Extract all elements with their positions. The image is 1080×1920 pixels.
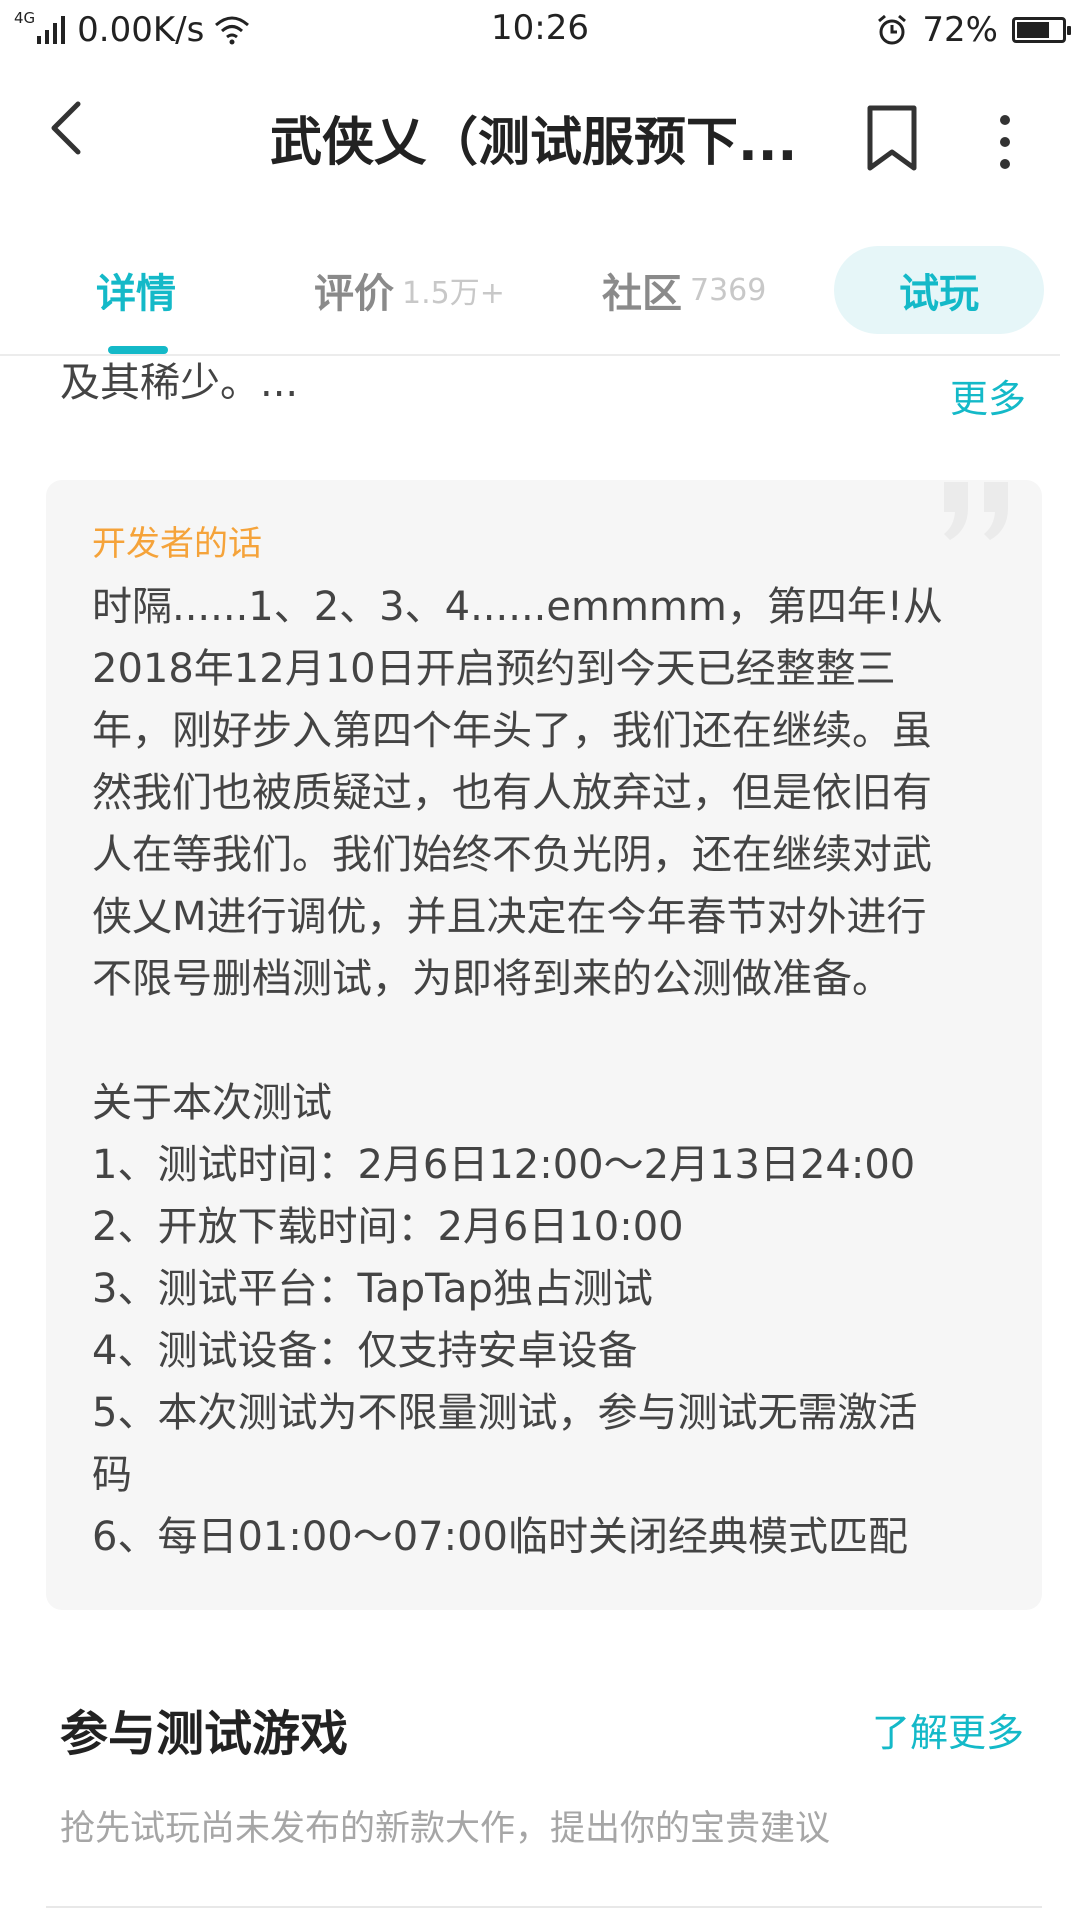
tab-count: 7369 (690, 272, 767, 308)
developer-note-line: 人在等我们。我们始终不负光阴，还在继续对武 (92, 832, 932, 878)
developer-note-title: 开发者的话 (92, 524, 262, 564)
tab-label: 试玩 (899, 271, 979, 317)
tab-count: 1.5万+ (402, 276, 505, 311)
quote-icon (944, 482, 1008, 540)
bookmark-button[interactable] (864, 104, 924, 174)
more-link[interactable]: 更多 (950, 368, 1026, 423)
bottom-divider (46, 1906, 1042, 1908)
developer-note-body: 时隔......1、2、3、4......emmmm，第四年!从 2018年12月… (92, 576, 1022, 1568)
status-bar: 4G 0.00K/s 10:26 72% (0, 0, 1080, 58)
developer-note-line: 不限号删档测试，为即将到来的公测做准备。 (92, 956, 892, 1002)
tab-label: 详情 (96, 271, 176, 317)
tab-label: 社区 (602, 271, 682, 317)
developer-note-line (92, 1010, 1022, 1072)
tab-label: 评价 (314, 271, 394, 317)
beta-section-title: 参与测试游戏 (60, 1706, 349, 1762)
developer-note-card: 开发者的话 时隔......1、2、3、4......emmmm，第四年!从 20… (46, 480, 1042, 1610)
tab-reviews[interactable]: 评价 1.5万+ (314, 246, 505, 334)
alarm-icon (878, 14, 907, 45)
more-vertical-icon (1000, 115, 1010, 169)
battery-icon (1012, 17, 1071, 43)
developer-note-line: 然我们也被质疑过，也有人放弃过，但是依旧有 (92, 770, 932, 816)
developer-note-line: 6、每日01:00～07:00临时关闭经典模式匹配 (92, 1514, 908, 1560)
beta-section-subtitle: 抢先试玩尚未发布的新款大作，提出你的宝贵建议 (60, 1809, 831, 1849)
tab-bar: 详情 评价 1.5万+ 社区 7369 试玩 (0, 246, 1080, 356)
tab-trial[interactable]: 试玩 (834, 246, 1044, 334)
learn-more-link[interactable]: 了解更多 (872, 1702, 1024, 1757)
developer-note-line: 关于本次测试 (92, 1080, 332, 1126)
developer-note-line: 年，刚好步入第四个年头了，我们还在继续。虽 (92, 708, 932, 754)
battery-percent: 72% (922, 10, 998, 50)
description-text: 及其稀少。... (60, 360, 299, 406)
developer-note-line: 2018年12月10日开启预约到今天已经整整三 (92, 646, 896, 692)
more-button[interactable] (990, 112, 1020, 172)
developer-note-line: 侠乂M进行调优，并且决定在今年春节对外进行 (92, 894, 927, 940)
developer-note-line: 时隔......1、2、3、4......emmmm，第四年!从 (92, 584, 943, 630)
screen: 4G 0.00K/s 10:26 72% 武侠乂（测试服预下... 详情 评价 … (0, 0, 1080, 1920)
developer-note-line: 1、测试时间：2月6日12:00～2月13日24:00 (92, 1142, 916, 1188)
developer-note-line: 5、本次测试为不限量测试，参与测试无需激活 (92, 1390, 918, 1436)
bookmark-icon (867, 105, 917, 171)
tab-community[interactable]: 社区 7369 (602, 246, 766, 334)
back-button[interactable] (36, 98, 96, 158)
tab-details[interactable]: 详情 (96, 246, 176, 334)
developer-note-line: 4、测试设备：仅支持安卓设备 (92, 1328, 638, 1374)
battery-fill (1017, 22, 1049, 38)
status-right: 72% (876, 8, 1071, 52)
developer-note-line: 码 (92, 1452, 132, 1498)
app-bar: 武侠乂（测试服预下... (0, 58, 1080, 218)
developer-note-line: 2、开放下载时间：2月6日10:00 (92, 1204, 684, 1250)
developer-note-line: 3、测试平台：TapTap独占测试 (92, 1266, 653, 1312)
back-icon (51, 101, 81, 155)
page-title: 武侠乂（测试服预下... (270, 113, 798, 173)
